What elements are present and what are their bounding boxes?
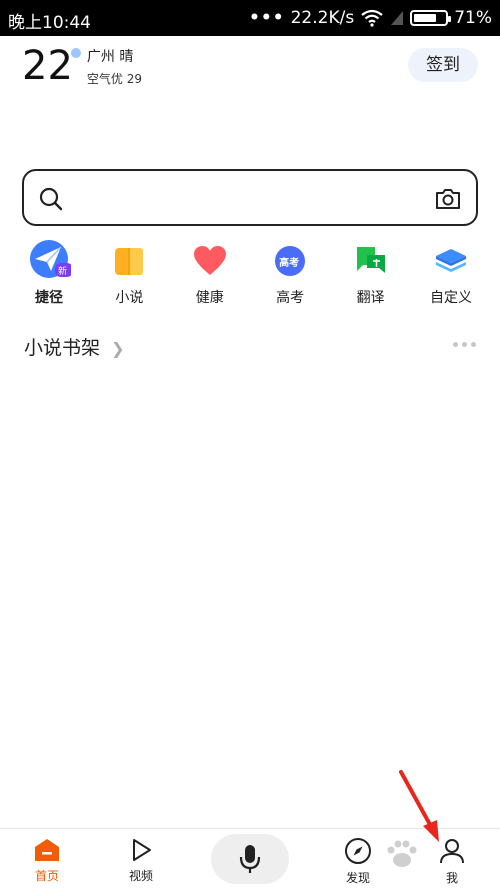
new-badge: 新: [58, 267, 68, 277]
tab-label: 视频: [128, 869, 153, 883]
search-input[interactable]: [22, 169, 478, 226]
gaokao-badge: 高考: [279, 258, 300, 269]
play-icon: [133, 839, 151, 861]
search-icon[interactable]: [38, 186, 64, 212]
shortcut-label: 捷径: [35, 290, 63, 306]
gaokao-icon: 高考: [272, 243, 308, 279]
shortcut-label: 自定义: [429, 290, 472, 306]
tab-video[interactable]: 视频: [111, 837, 171, 884]
novel-shelf-header[interactable]: 小说书架 ❯: [24, 333, 478, 359]
more-dots-icon: •••: [249, 8, 285, 28]
battery-fill: [414, 14, 436, 22]
tab-home[interactable]: 首页: [17, 837, 77, 884]
wifi-icon: [361, 9, 383, 27]
shortcut-jiejing[interactable]: 新 捷径: [16, 240, 82, 307]
shortcut-translate[interactable]: 翻译: [338, 243, 404, 307]
shortcut-label: 小说: [115, 290, 144, 306]
heart-icon: [192, 243, 228, 279]
shortcut-label: 健康: [195, 290, 224, 306]
tab-label: 首页: [34, 869, 59, 883]
status-time: 晚上10:44: [8, 13, 91, 33]
status-indicators: ••• 22.2K/s 71%: [249, 8, 492, 28]
voice-search-button[interactable]: [211, 834, 289, 884]
city-condition: 广州 晴: [86, 49, 134, 65]
degree-dot-icon: [70, 48, 81, 58]
microphone-icon: [239, 845, 261, 873]
shortcut-label: 高考: [276, 290, 305, 306]
paper-plane-icon: 新: [30, 240, 71, 279]
shortcut-row: 新 捷径 小说 健康 高考 高考 翻译 自定义: [16, 240, 484, 307]
compass-icon: [345, 838, 371, 864]
camera-icon[interactable]: [434, 186, 462, 212]
tab-me[interactable]: 我: [422, 837, 482, 886]
chevron-right-icon: ❯: [111, 339, 125, 358]
battery-icon: [410, 10, 452, 26]
temperature-value: 22: [22, 43, 73, 89]
weather-text: 广州 晴 空气优 29: [87, 46, 142, 87]
shelf-title: 小说书架: [24, 337, 101, 359]
more-options-icon[interactable]: [453, 342, 476, 347]
user-icon: [440, 839, 464, 864]
home-icon: [35, 839, 59, 861]
weather-widget[interactable]: 22 广州 晴 空气优 29: [22, 42, 142, 90]
translate-icon: [353, 243, 389, 279]
tab-label: 发现: [345, 871, 370, 885]
network-speed: 22.2K/s: [290, 8, 355, 28]
bottom-tab-bar: 首页 视频 发现 我: [0, 828, 500, 889]
tab-label: 我: [445, 871, 458, 885]
book-icon: [111, 243, 147, 279]
tab-discover[interactable]: 发现: [328, 837, 388, 886]
signin-button[interactable]: 签到: [408, 48, 478, 82]
shortcut-novel[interactable]: 小说: [96, 243, 162, 307]
air-quality: 空气优 29: [86, 72, 142, 86]
shortcut-gaokao[interactable]: 高考 高考: [257, 243, 323, 307]
status-bar: 晚上10:44 ••• 22.2K/s 71%: [0, 0, 500, 36]
layers-icon: [433, 243, 469, 279]
shortcut-custom[interactable]: 自定义: [418, 243, 484, 307]
battery-percent: 71%: [454, 8, 492, 28]
signal-off-icon: [391, 11, 404, 25]
shortcut-health[interactable]: 健康: [177, 243, 243, 307]
temperature: 22: [22, 42, 81, 90]
shortcut-label: 翻译: [356, 290, 385, 306]
